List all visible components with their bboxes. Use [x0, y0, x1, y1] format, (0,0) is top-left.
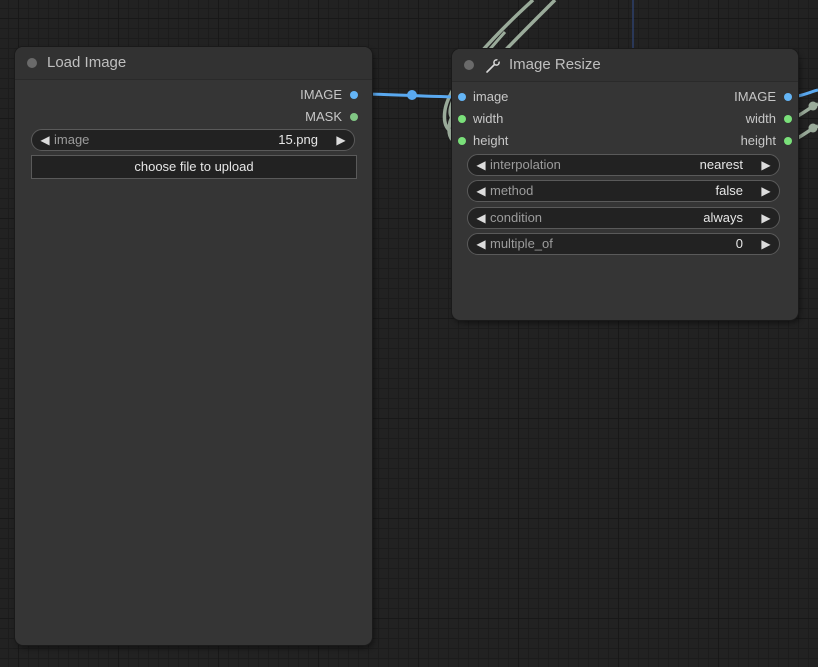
- slot-dot-icon[interactable]: [784, 137, 792, 145]
- increment-arrow-icon[interactable]: ▶: [759, 234, 773, 254]
- increment-arrow-icon[interactable]: ▶: [759, 181, 773, 201]
- slot-dot-icon[interactable]: [350, 113, 358, 121]
- widget-value: always: [703, 210, 743, 225]
- input-slot-height[interactable]: height: [458, 131, 578, 151]
- node-title: Image Resize: [509, 56, 601, 73]
- collapse-dot-icon[interactable]: [464, 60, 474, 70]
- condition-combo-widget[interactable]: ◀ condition always ▶: [467, 207, 780, 229]
- method-combo-widget[interactable]: ◀ method false ▶: [467, 180, 780, 202]
- slot-dot-icon[interactable]: [784, 115, 792, 123]
- output-slot-mask[interactable]: MASK: [244, 107, 364, 127]
- multiple-of-number-widget[interactable]: ◀ multiple_of 0 ▶: [467, 233, 780, 255]
- node-title-bar[interactable]: Image Resize: [452, 49, 798, 82]
- decrement-arrow-icon[interactable]: ◀: [474, 234, 488, 254]
- node-title-bar[interactable]: Load Image: [15, 47, 372, 80]
- widget-value: 15.png: [278, 132, 318, 147]
- link-center-marker[interactable]: [808, 101, 818, 111]
- output-slot-label: IMAGE: [734, 89, 776, 104]
- output-slot-label: height: [740, 133, 776, 148]
- decrement-arrow-icon[interactable]: ◀: [38, 130, 52, 150]
- decrement-arrow-icon[interactable]: ◀: [474, 208, 488, 228]
- increment-arrow-icon[interactable]: ▶: [759, 155, 773, 175]
- widget-label: multiple_of: [490, 236, 553, 251]
- input-slot-width[interactable]: width: [458, 109, 578, 129]
- image-link: [361, 92, 463, 99]
- wrench-icon: [486, 59, 500, 73]
- output-slot-label: MASK: [305, 109, 342, 124]
- widget-label: interpolation: [490, 157, 561, 172]
- load-image-node[interactable]: Load Image IMAGE MASK ◀ image 15.png ▶ c…: [15, 47, 372, 645]
- graph-canvas[interactable]: Load Image IMAGE MASK ◀ image 15.png ▶ c…: [0, 0, 818, 667]
- slot-dot-icon[interactable]: [784, 93, 792, 101]
- output-slot-label: width: [745, 111, 776, 126]
- widget-label: method: [490, 183, 534, 198]
- input-slot-image[interactable]: image: [458, 87, 578, 107]
- increment-arrow-icon[interactable]: ▶: [334, 130, 348, 150]
- slot-dot-icon[interactable]: [458, 137, 466, 145]
- widget-label: condition: [490, 210, 543, 225]
- output-slot-label: IMAGE: [300, 87, 342, 102]
- slot-dot-icon[interactable]: [350, 91, 358, 99]
- widget-value: false: [715, 183, 743, 198]
- interpolation-combo-widget[interactable]: ◀ interpolation nearest ▶: [467, 154, 780, 176]
- choose-file-upload-button[interactable]: choose file to upload: [31, 155, 357, 179]
- input-slot-label: width: [473, 111, 504, 126]
- input-slot-label: image: [473, 89, 509, 104]
- image-resize-node[interactable]: Image Resize image width height IMAGE wi…: [452, 49, 798, 320]
- link-center-marker[interactable]: [808, 123, 818, 133]
- increment-arrow-icon[interactable]: ▶: [759, 208, 773, 228]
- slot-dot-icon[interactable]: [458, 93, 466, 101]
- widget-value: nearest: [699, 157, 743, 172]
- decrement-arrow-icon[interactable]: ◀: [474, 181, 488, 201]
- slot-dot-icon[interactable]: [458, 115, 466, 123]
- collapse-dot-icon[interactable]: [27, 58, 37, 68]
- output-slot-image[interactable]: IMAGE: [244, 85, 364, 105]
- output-slot-height[interactable]: height: [672, 131, 792, 151]
- output-slot-width[interactable]: width: [672, 109, 792, 129]
- decrement-arrow-icon[interactable]: ◀: [474, 155, 488, 175]
- output-slot-image[interactable]: IMAGE: [672, 87, 792, 107]
- widget-label: image: [54, 132, 90, 147]
- link-center-marker[interactable]: [407, 90, 417, 100]
- widget-value: 0: [735, 236, 743, 251]
- image-combo-widget[interactable]: ◀ image 15.png ▶: [31, 129, 355, 151]
- node-title: Load Image: [47, 54, 127, 71]
- input-slot-label: height: [473, 133, 509, 148]
